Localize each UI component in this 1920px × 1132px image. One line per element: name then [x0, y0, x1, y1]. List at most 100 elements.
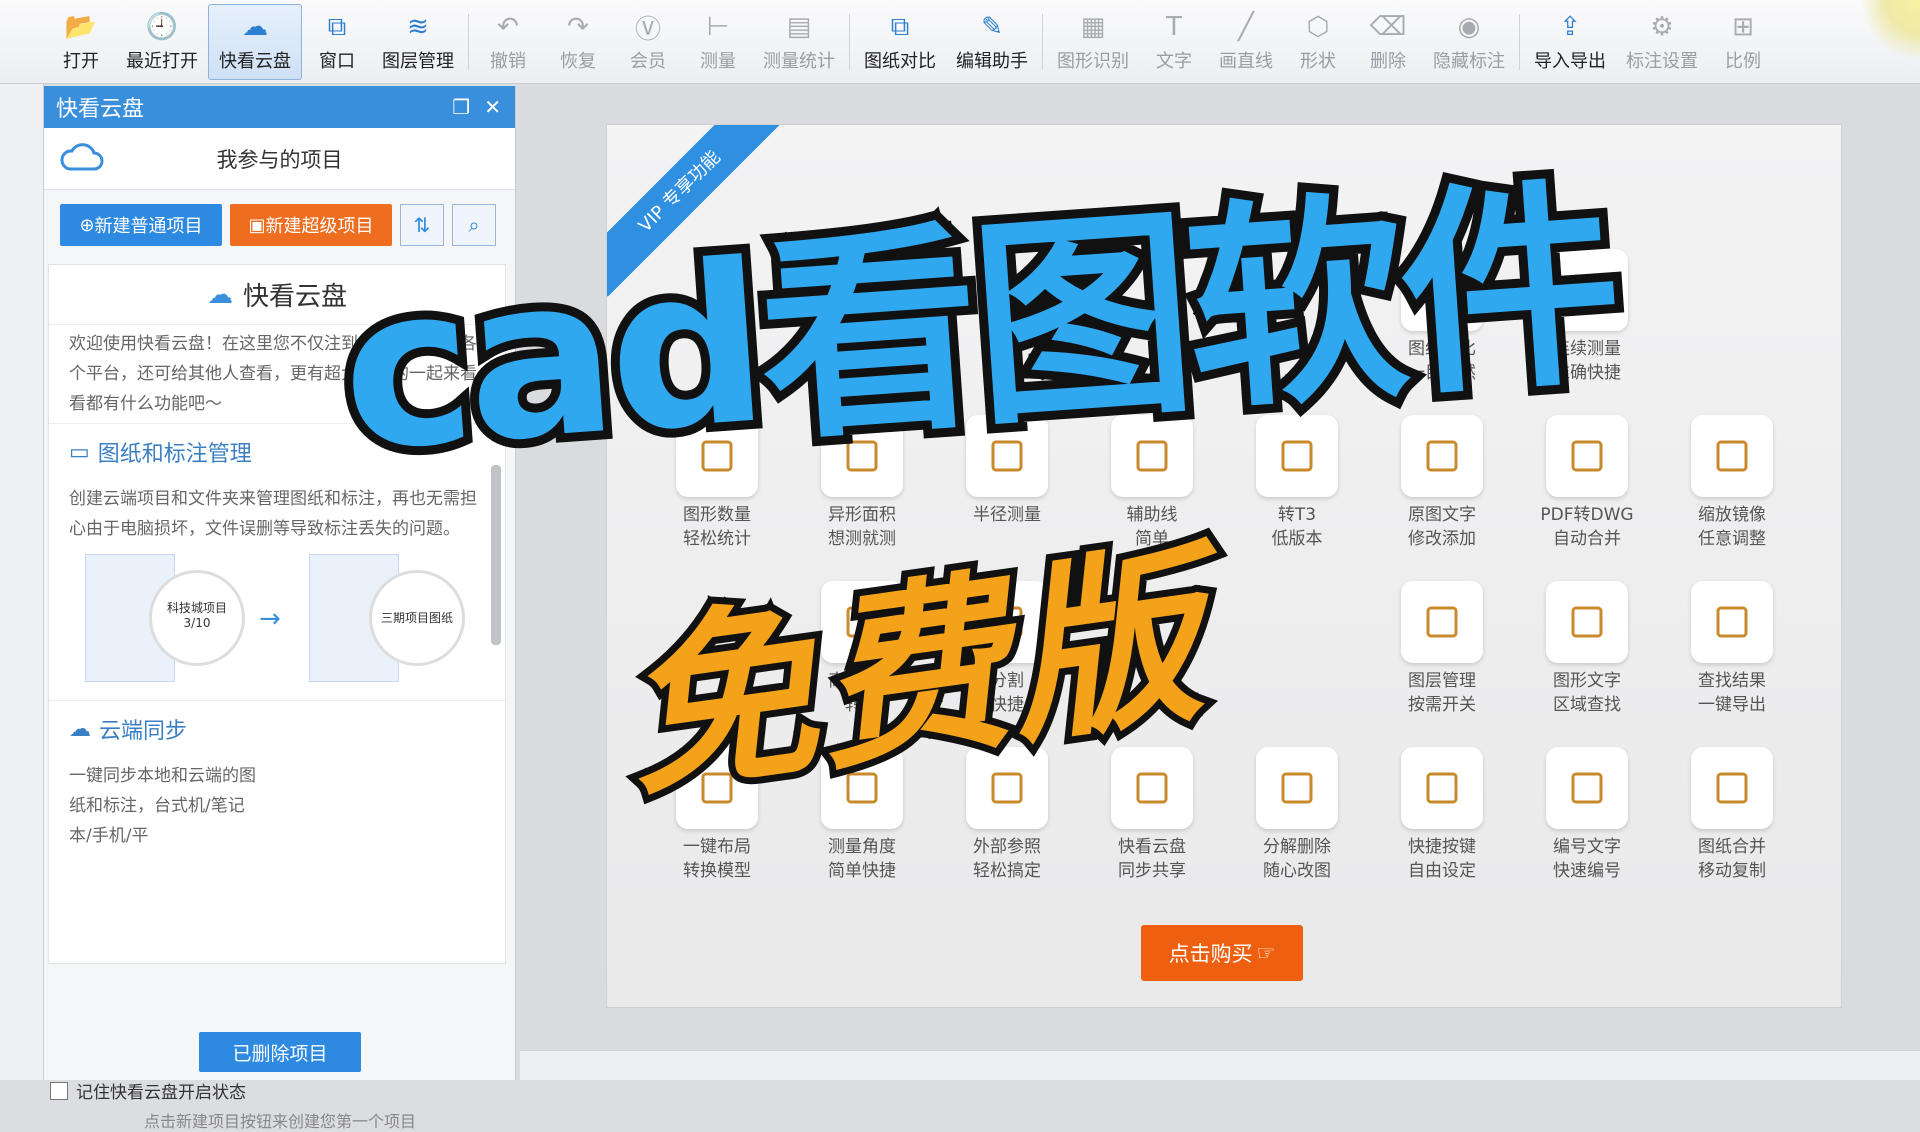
toolbar-button-13[interactable]: T 文字 [1139, 0, 1209, 84]
window-icon: ⧉ [327, 11, 347, 42]
vip-feature[interactable]: 图纸合并 移动复制 [1672, 747, 1792, 883]
vip-feature[interactable]: 分解删除 随心改图 [1237, 747, 1357, 883]
feature-icon [1401, 747, 1483, 829]
toolbar-label: 画直线 [1219, 51, 1273, 72]
management-illustration: 科技城项目 3/10 → 三期项目图纸 [69, 554, 485, 694]
feature-label: 外部参照 轻松搞定 [973, 837, 1041, 881]
document-icon: ▭ [69, 439, 90, 465]
eraser-icon: ⌫ [1369, 12, 1407, 42]
toolbar-label: 撤销 [490, 51, 526, 72]
intro-header-text: 快看云盘 [242, 282, 347, 312]
toolbar-button-11[interactable]: ✎ 编辑助手 [946, 0, 1038, 84]
toolbar-button-7[interactable]: Ⓥ 会员 [613, 0, 683, 84]
feature-label: 查找结果 一键导出 [1698, 671, 1766, 715]
toolbar-button-6[interactable]: ↷ 恢复 [543, 0, 613, 84]
toolbar-label: 形状 [1300, 51, 1336, 72]
remember-label: 记住快看云盘开启状态 [76, 1083, 246, 1103]
cloud-sync-icon: ☁ [69, 716, 91, 742]
toolbar-label: 文字 [1156, 51, 1192, 72]
feature-label: 原图文字 修改添加 [1408, 505, 1476, 549]
feature-label: 图层管理 按需开关 [1408, 671, 1476, 715]
measure-stats-icon: ▤ [786, 12, 812, 42]
remember-checkbox[interactable] [50, 1081, 68, 1100]
section1-title: 图纸和标注管理 [97, 442, 252, 467]
edit-assistant-icon: ✎ [981, 12, 1003, 42]
toolbar-button-10[interactable]: ⧉ 图纸对比 [854, 0, 946, 84]
toolbar-button-8[interactable]: ⊢ 测量 [683, 0, 753, 84]
vip-feature[interactable]: 编号文字 快速编号 [1527, 747, 1647, 883]
cloud-icon [44, 141, 104, 177]
feature-label: 图形文字 区域查找 [1553, 671, 1621, 715]
buy-label: 点击购买 [1168, 942, 1253, 966]
vip-feature[interactable]: PDF转DWG 自动合并 [1527, 415, 1647, 551]
vip-feature[interactable]: 图层管理 按需开关 [1382, 581, 1502, 717]
clock-icon: 🕘 [145, 12, 179, 42]
compare-icon: ⧉ [890, 11, 910, 42]
text-icon: T [1166, 12, 1182, 42]
cloud-icon: ☁ [206, 279, 233, 310]
ruler-icon: ⊢ [706, 12, 730, 42]
annotation-settings-icon: ⚙ [1650, 12, 1674, 42]
empty-hint: 点击新建项目按钮来创建您第一个项目 [143, 1112, 416, 1131]
feature-icon [1256, 747, 1338, 829]
toolbar-label: 测量统计 [763, 51, 835, 72]
corner-glow [1860, 0, 1920, 60]
panel-title-bar: 快看云盘 ❐ ✕ [44, 86, 515, 128]
feature-icon [1546, 747, 1628, 829]
toolbar-label: 隐藏标注 [1433, 51, 1505, 72]
feature-label: 快捷按键 自由设定 [1408, 837, 1476, 881]
toolbar-label: 测量 [700, 51, 736, 72]
feature-label: PDF转DWG 自动合并 [1540, 505, 1634, 549]
toolbar-button-20[interactable]: ⊞ 比例 [1708, 0, 1778, 84]
toolbar-label: 比例 [1725, 51, 1761, 72]
toolbar-label: 打开 [63, 51, 99, 72]
toolbar-button-5[interactable]: ↶ 撤销 [473, 0, 543, 84]
toolbar-button-9[interactable]: ▤ 测量统计 [753, 0, 845, 84]
feature-label: 图纸合并 移动复制 [1698, 837, 1766, 881]
section2-title: 云端同步 [99, 719, 188, 744]
toolbar-button-0[interactable]: 📂 打开 [46, 0, 116, 84]
line-icon: ╱ [1238, 12, 1254, 42]
vip-feature[interactable]: 查找结果 一键导出 [1672, 581, 1792, 717]
vip-feature[interactable]: 缩放镜像 任意调整 [1672, 415, 1792, 551]
thumb-a-count: 3/10 [183, 616, 211, 630]
hide-annotation-icon: ◉ [1457, 12, 1481, 42]
toolbar-button-12[interactable]: ▦ 图形识别 [1047, 0, 1139, 84]
shape-recognize-icon: ▦ [1080, 12, 1106, 42]
close-icon[interactable]: ✕ [484, 95, 501, 119]
restore-icon[interactable]: ❐ [452, 95, 470, 119]
toolbar-label: 最近打开 [126, 51, 198, 72]
toolbar-button-17[interactable]: ◉ 隐藏标注 [1423, 0, 1515, 84]
toolbar-button-14[interactable]: ╱ 画直线 [1209, 0, 1283, 84]
toolbar-label: 图纸对比 [864, 51, 936, 72]
section2-text: 一键同步本地和云端的图纸和标注，台式机/笔记本/手机/平 [69, 766, 256, 846]
left-strip [0, 84, 44, 1080]
toolbar-label: 会员 [630, 51, 666, 72]
vip-feature[interactable]: 图形文字 区域查找 [1527, 581, 1647, 717]
toolbar-button-16[interactable]: ⌫ 删除 [1353, 0, 1423, 84]
toolbar-label: 图形识别 [1057, 51, 1129, 72]
remember-state-option[interactable]: 记住快看云盘开启状态 [50, 1078, 246, 1103]
feature-icon [1691, 581, 1773, 663]
toolbar-separator [468, 14, 469, 70]
new-normal-project-button[interactable]: ⊕ 新建普通项目 [60, 204, 222, 246]
project-selector[interactable]: 我参与的项目 [44, 128, 515, 190]
toolbar-button-19[interactable]: ⚙ 标注设置 [1616, 0, 1708, 84]
toolbar-label: 删除 [1370, 51, 1406, 72]
layers-icon: ≋ [407, 12, 429, 42]
toolbar-button-1[interactable]: 🕘 最近打开 [116, 0, 208, 84]
toolbar-button-4[interactable]: ≋ 图层管理 [372, 0, 464, 84]
toolbar-button-15[interactable]: ⬡ 形状 [1283, 0, 1353, 84]
toolbar-separator [849, 14, 850, 70]
toolbar-button-18[interactable]: ⇪ 导入导出 [1524, 0, 1616, 84]
shape-icon: ⬡ [1306, 12, 1330, 42]
vip-feature[interactable]: 快捷按键 自由设定 [1382, 747, 1502, 883]
deleted-projects-button[interactable]: 已删除项目 [199, 1032, 361, 1072]
toolbar-button-3[interactable]: ⧉ 窗口 [302, 0, 372, 84]
vip-icon: Ⓥ [634, 14, 661, 45]
toolbar-button-2[interactable]: ☁ 快看云盘 [208, 4, 302, 80]
thumb-a-label: 科技城项目 [166, 601, 227, 615]
buy-button[interactable]: 点击购买 ☞ [1141, 925, 1303, 981]
feature-label: 一键布局 转换模型 [683, 837, 751, 881]
folder-open-icon: 📂 [64, 12, 98, 42]
